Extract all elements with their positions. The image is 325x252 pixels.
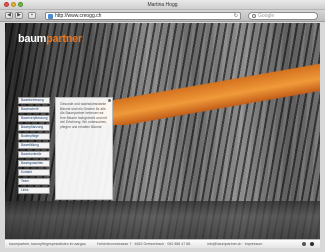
page-footer: baumpartner, baumpflegespezialisten im a… — [5, 239, 320, 248]
intro-text: Gesunde und wachstumsstarke Bäume sind e… — [60, 102, 108, 129]
search-icon — [252, 14, 256, 18]
forward-button[interactable]: ▶ — [15, 12, 23, 19]
search-placeholder[interactable]: Google — [258, 13, 274, 20]
nav-item-baumfaellung[interactable]: Baumfällung — [18, 142, 50, 149]
nav-item-baumgutachten[interactable]: Baumgutachten — [18, 160, 50, 167]
back-button[interactable]: ◀ — [5, 12, 13, 19]
browser-toolbar: ◀ ▶ + http://www.creogg.ch ↻ Google — [0, 10, 325, 22]
window-title: Martina Hogg — [147, 2, 178, 8]
nav-item-team[interactable]: Team — [18, 178, 50, 185]
footer-contact-link[interactable]: info@baumpartner.ch · Impressum — [207, 240, 262, 248]
footer-prev-icon[interactable] — [302, 242, 306, 246]
nav-item-bodenpflege[interactable]: Bodenpflege — [18, 133, 50, 140]
nav-item-baumbetreuung[interactable]: Baumbetreuung — [18, 97, 50, 104]
browser-window: Martina Hogg ◀ ▶ + http://www.creogg.ch … — [0, 0, 325, 252]
close-panel-icon[interactable] — [108, 99, 111, 102]
footer-address-text: Hohenbrunnstrasse 7 · 4652 Gretzenbach ·… — [97, 242, 191, 246]
nav-item-baumschnitt[interactable]: Baumschnitt — [18, 106, 50, 113]
site-favicon-icon — [48, 14, 53, 19]
title-bar: Martina Hogg — [0, 0, 325, 10]
search-field[interactable]: Google — [248, 12, 318, 20]
bark-cut-highlight — [95, 61, 320, 125]
web-page: baumpartner Baumbetreuung Baumschnitt Ba… — [5, 23, 320, 239]
nav-item-kontakt[interactable]: Kontakt — [18, 169, 50, 176]
lower-bark-band — [5, 201, 320, 239]
address-text[interactable]: http://www.creogg.ch — [55, 13, 101, 20]
nav-item-baumkontrolle[interactable]: Baumkontrolle — [18, 151, 50, 158]
add-bookmark-button[interactable]: + — [28, 12, 36, 19]
footer-next-icon[interactable] — [310, 242, 314, 246]
nav-item-baumverpflanzung[interactable]: Baumverpflanzung — [18, 115, 50, 122]
nav-item-links[interactable]: Links — [18, 187, 50, 194]
site-logo[interactable]: baumpartner — [18, 33, 82, 45]
nav-item-baumpflanzung[interactable]: Baumpflanzung — [18, 124, 50, 131]
main-navigation: Baumbetreuung Baumschnitt Baumverpflanzu… — [18, 97, 52, 196]
logo-text-partner: partner — [46, 33, 82, 45]
reload-icon[interactable]: ↻ — [234, 13, 238, 19]
intro-text-panel: Gesunde und wachstumsstarke Bäume sind e… — [55, 97, 113, 200]
footer-company-text: baumpartner, baumpflegespezialisten im a… — [9, 242, 86, 246]
address-bar[interactable]: http://www.creogg.ch ↻ — [45, 12, 241, 20]
logo-text-baum: baum — [18, 33, 47, 45]
